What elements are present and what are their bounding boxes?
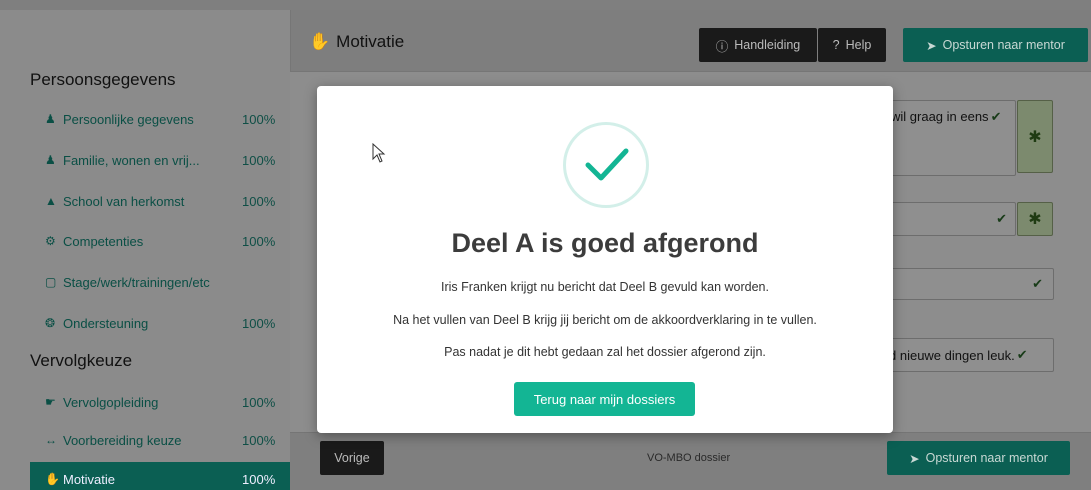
arrows-horizontal-icon: ↔ <box>45 433 57 447</box>
graduation-cap-icon: ▲ <box>45 194 57 208</box>
briefcase-icon: ▢ <box>45 275 57 289</box>
dossier-label: VO-MBO dossier <box>647 452 731 464</box>
paper-plane-icon: ➤ <box>909 451 920 466</box>
lifebuoy-icon: ❂ <box>45 316 56 330</box>
app-top-bar <box>0 0 1091 10</box>
manual-button[interactable]: ⓘ Handleiding <box>699 28 817 62</box>
modal-line-2: Na het vullen van Deel B krijg jij beric… <box>393 313 817 327</box>
gears-icon: ⚙ <box>45 234 56 248</box>
success-check-icon <box>563 122 649 208</box>
question-icon: ? <box>832 38 840 52</box>
sidebar-item-motivatie[interactable]: ✋ Motivatie 100% <box>30 462 290 490</box>
asterisk-icon: ✱ <box>1028 128 1042 146</box>
previous-button[interactable]: Vorige <box>320 441 384 475</box>
mouse-cursor-icon <box>372 143 386 163</box>
sidebar-item-persoonlijke-gegevens[interactable]: ♟ Persoonlijke gegevens 100% <box>30 102 290 136</box>
sidebar-item-voorbereiding-keuze[interactable]: ↔ Voorbereiding keuze 100% <box>30 423 290 457</box>
check-icon: ✔ <box>990 109 1002 124</box>
send-to-mentor-button[interactable]: ➤ Opsturen naar mentor <box>903 28 1088 62</box>
asterisk-button-2[interactable]: ✱ <box>1017 202 1053 236</box>
sidebar-item-vervolgopleiding[interactable]: ☛ Vervolgopleiding 100% <box>30 385 290 419</box>
page-title: ✋ Motivatie <box>309 32 405 51</box>
help-button[interactable]: ? Help <box>818 28 886 62</box>
back-to-dossiers-button[interactable]: Terug naar mijn dossiers <box>514 382 695 416</box>
check-icon: ✔ <box>1032 276 1043 291</box>
modal-line-1: Iris Franken krijgt nu bericht dat Deel … <box>441 280 769 294</box>
info-icon: ⓘ <box>715 39 729 54</box>
sidebar: Persoonsgegevens ♟ Persoonlijke gegevens… <box>0 10 290 490</box>
sidebar-item-ondersteuning[interactable]: ❂ Ondersteuning 100% <box>30 306 290 340</box>
users-icon: ♟ <box>45 153 56 167</box>
section-persoonsgegevens: Persoonsgegevens <box>30 70 176 89</box>
sidebar-item-familie[interactable]: ♟ Familie, wonen en vrij... 100% <box>30 143 290 177</box>
send-to-mentor-button-footer[interactable]: ➤ Opsturen naar mentor <box>887 441 1070 475</box>
footer-bar: Vorige VO-MBO dossier ➤ Opsturen naar me… <box>290 432 1091 490</box>
check-icon: ✔ <box>996 211 1007 226</box>
thumbs-up-icon: ✋ <box>309 32 331 51</box>
modal-title: Deel A is goed afgerond <box>451 228 759 258</box>
user-icon: ♟ <box>45 112 56 126</box>
hand-pointer-icon: ☛ <box>45 395 56 409</box>
success-modal: Deel A is goed afgerond Iris Franken kri… <box>317 86 893 433</box>
check-icon: ✔ <box>1016 347 1028 362</box>
section-vervolgkeuze: Vervolgkeuze <box>30 351 133 370</box>
asterisk-icon: ✱ <box>1028 211 1042 228</box>
modal-line-3: Pas nadat je dit hebt gedaan zal het dos… <box>444 345 766 359</box>
paper-plane-icon: ➤ <box>926 38 937 53</box>
sidebar-item-competenties[interactable]: ⚙ Competenties 100% <box>30 224 290 258</box>
sidebar-item-stage[interactable]: ▢ Stage/werk/trainingen/etc <box>30 265 290 299</box>
sidebar-item-school-van-herkomst[interactable]: ▲ School van herkomst 100% <box>30 184 290 218</box>
thumbs-up-icon: ✋ <box>45 472 60 486</box>
asterisk-button[interactable]: ✱ <box>1017 100 1053 173</box>
main-header: ✋ Motivatie ⓘ Handleiding ? Help ➤ Opstu… <box>290 10 1091 72</box>
